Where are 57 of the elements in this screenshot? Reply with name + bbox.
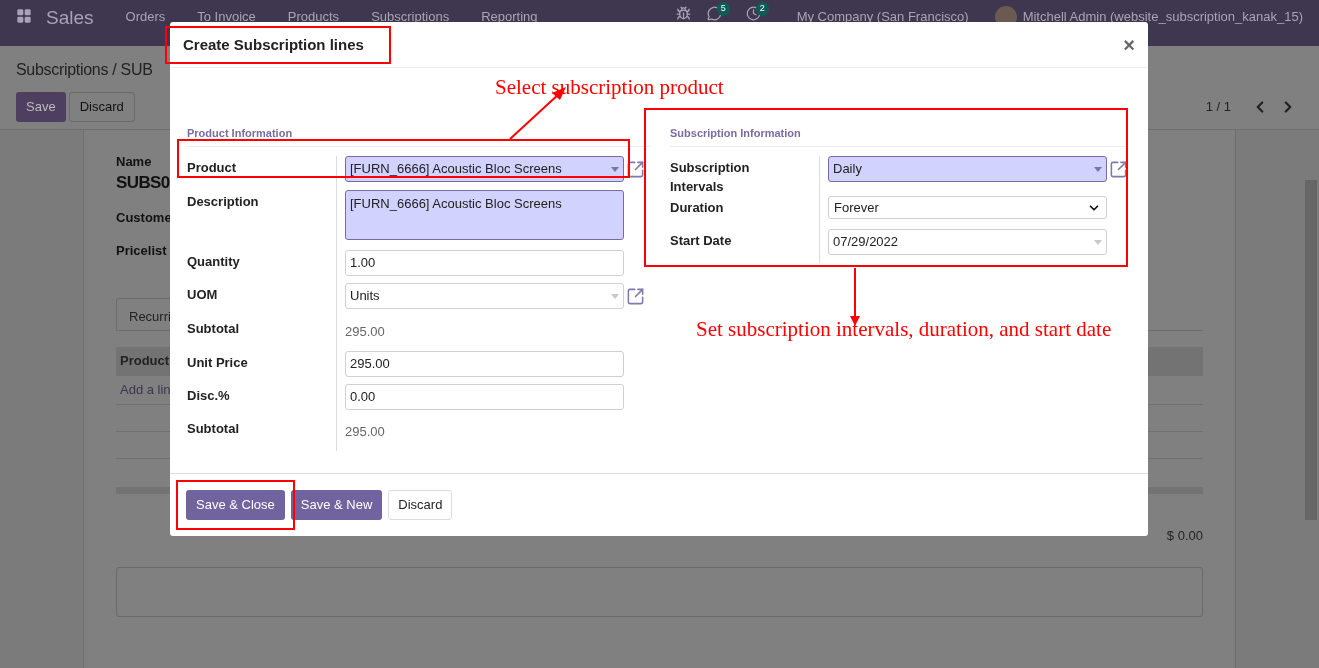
add-line-link[interactable]: Add a lin [120, 379, 171, 400]
external-link-icon[interactable] [1109, 159, 1128, 179]
section-title: Product Information [187, 127, 293, 139]
field-label: Custome [116, 208, 172, 227]
field-label: Description [187, 193, 260, 211]
dropdown-field[interactable]: Daily [828, 156, 1107, 182]
field-value: 295.00 [345, 424, 385, 439]
select-field[interactable]: Forever [828, 196, 1107, 219]
field-label: Subtotal [187, 320, 240, 338]
input-field[interactable]: 295.00 [345, 351, 624, 377]
clock-icon[interactable] [745, 6, 761, 21]
external-link-icon[interactable] [626, 286, 645, 306]
record-name: SUBS0 [116, 171, 170, 194]
field-label: Pricelist [116, 242, 167, 260]
field-value: 295.00 [345, 324, 385, 339]
save-button[interactable]: Save & Close [186, 490, 285, 520]
badge: 5 [716, 2, 730, 16]
input-field[interactable]: 1.00 [345, 250, 624, 276]
chat-icon[interactable] [706, 6, 722, 21]
total-amount: $ 0.00 [1166, 526, 1203, 545]
column-header: Product [120, 352, 170, 371]
caret-icon [611, 293, 619, 299]
section-title: Subscription Information [670, 127, 801, 139]
field-label: Start Date [670, 232, 733, 250]
save-button[interactable]: Save [16, 92, 66, 122]
text-area[interactable]: [FURN_6666] Acoustic Bloc Screens [345, 190, 624, 240]
input-field[interactable]: 0.00 [345, 384, 624, 410]
pager: 1 / 1 [1205, 98, 1231, 117]
close-button[interactable]: × [1123, 34, 1135, 55]
app-name[interactable]: Sales [46, 4, 94, 33]
save-button[interactable]: Save & New [290, 490, 383, 520]
discard-button[interactable]: Discard [388, 490, 453, 520]
caret-icon [1094, 239, 1102, 245]
caret-icon [1094, 166, 1102, 172]
annotation-text: Select subscription product [495, 74, 724, 101]
menu-item[interactable]: Orders [125, 7, 166, 27]
breadcrumb[interactable]: Subscriptions / SUB [16, 61, 153, 78]
field-label: Name [116, 153, 152, 171]
apps-menu-icon[interactable] [16, 8, 32, 24]
annotation-text: Set subscription intervals, duration, and start date [696, 316, 1112, 343]
field-label: Duration [670, 199, 725, 217]
field-label: UOM [187, 286, 219, 304]
bug-icon[interactable] [675, 6, 691, 21]
dialog-title: Create Subscription lines [183, 35, 364, 54]
caret-icon [611, 166, 619, 172]
field-label: Subscription Intervals [670, 159, 751, 196]
field-label: Subtotal [187, 420, 240, 438]
dropdown-field[interactable]: 07/29/2022 [828, 229, 1107, 255]
field-label: Quantity [187, 253, 241, 271]
field-label: Disc.% [187, 387, 231, 405]
user-menu[interactable]: Mitchell Admin (website_subscription_kanak_15) [1022, 6, 1303, 27]
field-label: Unit Price [187, 354, 249, 372]
dropdown-field[interactable]: [FURN_6666] Acoustic Bloc Screens [345, 156, 624, 182]
dropdown-field[interactable]: Units [345, 283, 624, 309]
badge: 2 [755, 2, 769, 16]
field-label: Product [187, 159, 238, 177]
discard-button[interactable]: Discard [68, 92, 135, 122]
